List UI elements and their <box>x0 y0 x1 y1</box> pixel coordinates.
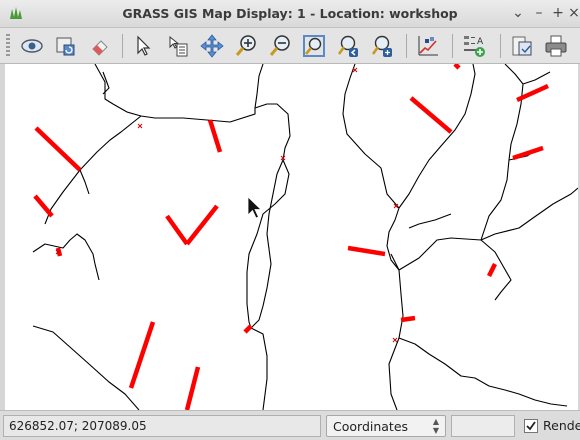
query-icon[interactable] <box>162 30 194 62</box>
red-segment <box>409 96 453 134</box>
stream-line <box>398 337 568 407</box>
stream-line <box>398 64 476 209</box>
stream-line <box>102 71 110 95</box>
spin-arrows-icon[interactable]: ▲ ▼ <box>429 417 443 435</box>
stream-line <box>32 233 100 281</box>
stream-line <box>480 64 524 241</box>
status-bar: 626852.07; 207089.05 Coordinates ▲ ▼ Rend… <box>0 410 580 440</box>
toolbar-separator <box>500 34 501 58</box>
red-segment <box>34 126 82 172</box>
mouse-cursor-icon <box>247 196 262 219</box>
stream-network <box>32 64 578 410</box>
status-mode-value: Coordinates <box>333 419 409 434</box>
stream-line <box>79 115 142 171</box>
status-input-field[interactable] <box>451 415 515 437</box>
analyze-icon[interactable] <box>412 30 444 62</box>
red-segment <box>243 324 253 334</box>
stream-line <box>32 325 140 410</box>
svg-text:A: A <box>477 37 484 47</box>
map-toolbar: A <box>0 28 580 64</box>
zoom-out-icon[interactable] <box>264 30 296 62</box>
map-vector-layer[interactable] <box>5 64 578 410</box>
window-title: GRASS GIS Map Display: 1 - Location: wor… <box>122 6 458 21</box>
stream-line <box>342 64 400 209</box>
minimize-icon[interactable]: – <box>529 3 549 23</box>
render-label: Render <box>543 418 580 433</box>
stream-line <box>408 213 452 229</box>
zoom-options-icon[interactable] <box>366 30 398 62</box>
decorations-icon[interactable]: A <box>458 30 490 62</box>
zoom-extent-icon[interactable] <box>298 30 330 62</box>
collapse-icon[interactable]: ⌄ <box>508 3 528 23</box>
toolbar-grip[interactable] <box>6 34 10 58</box>
stream-line <box>250 159 284 410</box>
red-segment <box>184 366 201 410</box>
red-segment <box>347 245 386 257</box>
node-marker <box>392 337 398 343</box>
red-segment <box>512 145 544 161</box>
zoom-back-icon[interactable] <box>332 30 364 62</box>
node-markers <box>55 67 399 343</box>
node-marker <box>352 67 358 73</box>
stream-line <box>94 64 291 161</box>
zoom-in-icon[interactable] <box>230 30 262 62</box>
checkmark-icon <box>526 421 536 431</box>
red-segment <box>185 204 219 246</box>
render-checkbox[interactable] <box>524 419 538 433</box>
red-segment <box>486 262 498 278</box>
stream-line <box>522 71 551 85</box>
stream-line <box>386 207 404 410</box>
stream-line <box>79 169 90 195</box>
status-mode-select[interactable]: Coordinates ▲ ▼ <box>326 415 446 437</box>
window-titlebar: GRASS GIS Map Display: 1 - Location: wor… <box>0 0 580 28</box>
red-segment <box>33 194 54 218</box>
save-display-icon[interactable] <box>506 30 538 62</box>
pointer-icon[interactable] <box>128 30 160 62</box>
erase-display-icon[interactable] <box>84 30 116 62</box>
stream-line <box>254 64 264 109</box>
red-segment <box>128 321 156 389</box>
node-marker <box>137 123 143 129</box>
coordinates-readout: 626852.07; 207089.05 <box>3 415 321 437</box>
red-segment <box>207 119 223 153</box>
display-map-icon[interactable] <box>16 30 48 62</box>
red-segment <box>165 214 189 246</box>
red-segment <box>400 315 416 323</box>
highlighted-segments <box>33 64 549 410</box>
render-map-icon[interactable] <box>50 30 82 62</box>
stream-line <box>480 187 578 241</box>
red-segment <box>453 64 461 70</box>
map-canvas[interactable] <box>5 64 578 410</box>
pan-icon[interactable] <box>196 30 228 62</box>
toolbar-separator <box>452 34 453 58</box>
close-icon[interactable]: × <box>564 3 580 23</box>
toolbar-separator <box>406 34 407 58</box>
print-icon[interactable] <box>540 30 572 62</box>
toolbar-separator <box>122 34 123 58</box>
